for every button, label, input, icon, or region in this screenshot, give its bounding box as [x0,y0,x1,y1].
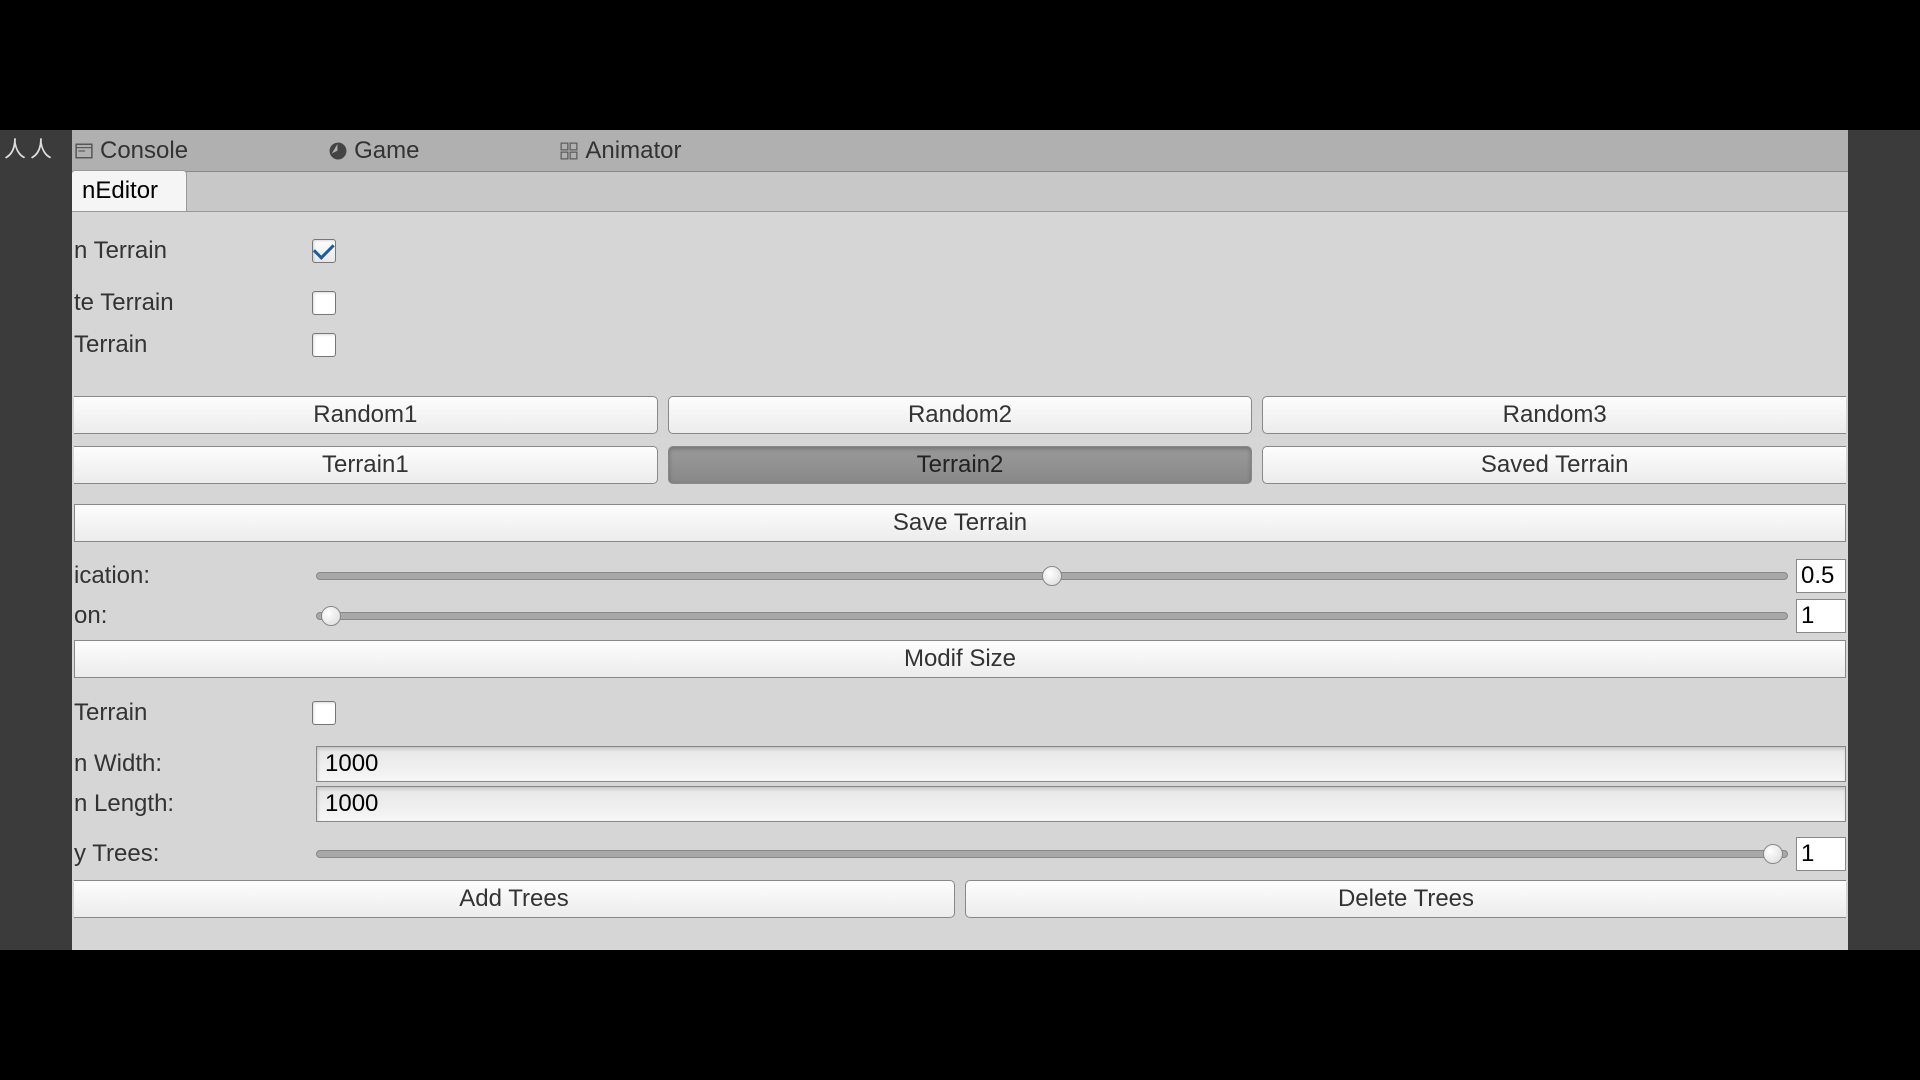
animator-icon [559,141,579,161]
terrain2-button[interactable]: Terrain2 [668,446,1253,484]
trees-slider-thumb[interactable] [1763,844,1783,864]
terrain1-button[interactable]: Terrain1 [74,446,658,484]
corner-watermark: 人人 [0,130,60,166]
length-input[interactable] [316,786,1846,822]
slider-1-thumb[interactable] [1042,566,1062,586]
checkbox-terrain-3[interactable] [312,333,336,357]
sub-tab-bar: nEditor [72,172,1848,212]
add-trees-button[interactable]: Add Trees [74,880,955,918]
tab-console-label: Console [100,137,188,165]
width-input[interactable] [316,746,1846,782]
save-terrain-button[interactable]: Save Terrain [74,504,1846,542]
prop-terrain-3-label: Terrain [74,331,312,359]
tab-bar: Console Game Animator [72,130,1848,172]
tab-game-label: Game [354,137,419,165]
trees-slider-value[interactable]: 1 [1796,837,1846,871]
slider-2-thumb[interactable] [321,606,341,626]
random2-button[interactable]: Random2 [668,396,1253,434]
prop-terrain-1-label: n Terrain [74,237,312,265]
checkbox-terrain-4[interactable] [312,701,336,725]
modif-size-button[interactable]: Modif Size [74,640,1846,678]
checkbox-terrain-2[interactable] [312,291,336,315]
sub-tab-editor[interactable]: nEditor [72,170,187,211]
slider-1[interactable] [316,564,1788,588]
left-gutter [0,130,72,950]
slider-1-label: ication: [74,562,308,590]
console-icon [74,141,94,161]
trees-slider[interactable] [316,842,1788,866]
slider-1-value[interactable]: 0.5 [1796,559,1846,593]
random3-button[interactable]: Random3 [1262,396,1846,434]
tab-game[interactable]: Game [328,137,419,165]
width-label: n Width: [74,750,308,778]
slider-2-value[interactable]: 1 [1796,599,1846,633]
tab-console[interactable]: Console [74,137,188,165]
editor-panel: n Terrain te Terrain Terrain Random1 Ran… [72,212,1848,950]
slider-2-label: on: [74,602,308,630]
prop-terrain-2-label: te Terrain [74,289,312,317]
prop-terrain-4-label: Terrain [74,699,312,727]
random1-button[interactable]: Random1 [74,396,658,434]
delete-trees-button[interactable]: Delete Trees [965,880,1846,918]
length-label: n Length: [74,790,308,818]
saved-terrain-button[interactable]: Saved Terrain [1262,446,1846,484]
trees-slider-label: y Trees: [74,840,308,868]
right-gutter [1848,130,1920,950]
tab-animator-label: Animator [585,137,681,165]
game-icon [328,141,348,161]
slider-2[interactable] [316,604,1788,628]
checkbox-terrain-1[interactable] [312,239,336,263]
tab-animator[interactable]: Animator [559,137,681,165]
